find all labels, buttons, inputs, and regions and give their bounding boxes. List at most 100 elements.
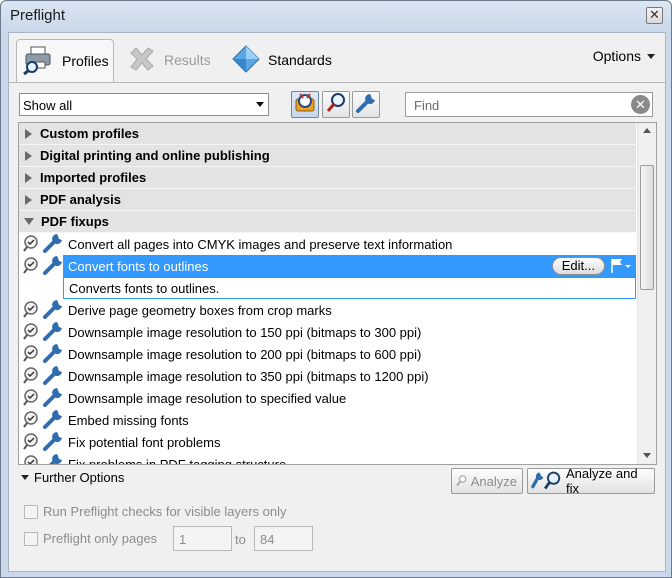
item-icons xyxy=(19,321,65,344)
list-item[interactable]: Embed missing fonts xyxy=(19,409,636,431)
find-input[interactable]: Find ✕ xyxy=(405,92,653,117)
item-label: Downsample image resolution to 350 ppi (… xyxy=(68,368,429,384)
fixup-icon xyxy=(41,409,63,432)
tree-scrollbar[interactable] xyxy=(637,123,656,464)
collapse-arrow-icon xyxy=(24,218,34,225)
preflight-panel: Profiles Results Standards Options Show … xyxy=(8,32,666,572)
list-item[interactable]: Downsample image resolution to specified… xyxy=(19,387,636,409)
fixup-icon xyxy=(41,299,63,322)
expand-arrow-icon xyxy=(25,172,32,183)
list-item-selected[interactable]: Convert fonts to outlines Edit... xyxy=(63,255,636,277)
check-icon xyxy=(22,300,40,321)
collapse-arrow-icon xyxy=(21,475,29,480)
magnifier-icon xyxy=(456,475,467,487)
list-item[interactable]: Derive page geometry boxes from crop mar… xyxy=(19,299,636,321)
analyze-and-fix-button[interactable]: Analyze and fix xyxy=(527,466,655,496)
close-button[interactable]: ✕ xyxy=(646,7,663,24)
check-icon xyxy=(22,454,40,464)
analyze-label: Analyze xyxy=(470,473,517,489)
tab-profiles-label: Profiles xyxy=(62,53,109,69)
dropdown-arrow-icon xyxy=(256,102,264,107)
filter-value: Show all xyxy=(23,98,73,113)
group-row[interactable]: Custom profiles xyxy=(19,123,636,145)
visible-layers-checkbox[interactable] xyxy=(24,504,38,519)
clear-search-icon[interactable]: ✕ xyxy=(631,95,650,114)
item-icons xyxy=(19,343,65,366)
options-menu[interactable]: Options xyxy=(593,48,655,64)
group-row[interactable]: PDF analysis xyxy=(19,189,636,211)
list-item[interactable]: Downsample image resolution to 350 ppi (… xyxy=(19,365,636,387)
check-icon xyxy=(22,410,40,431)
group-label: PDF fixups xyxy=(41,214,109,229)
show-profiles-button[interactable] xyxy=(291,91,319,118)
fixup-icon xyxy=(41,255,63,278)
list-item[interactable]: Fix potential font problems xyxy=(19,431,636,453)
tab-results[interactable]: Results xyxy=(127,39,211,81)
description-text: Converts fonts to outlines. xyxy=(69,280,220,296)
item-label: Embed missing fonts xyxy=(68,412,189,428)
pages-option: Preflight only pages xyxy=(24,531,157,546)
group-row[interactable]: PDF fixups xyxy=(19,211,636,233)
group-label: PDF analysis xyxy=(40,192,121,207)
item-icons xyxy=(19,299,65,322)
filter-dropdown[interactable]: Show all xyxy=(19,93,269,116)
group-row[interactable]: Imported profiles xyxy=(19,167,636,189)
tab-standards[interactable]: Standards xyxy=(231,39,332,81)
group-label: Digital printing and online publishing xyxy=(40,148,270,163)
pages-checkbox[interactable] xyxy=(24,531,38,546)
expand-arrow-icon xyxy=(25,128,32,139)
pages-label: Preflight only pages xyxy=(43,531,158,546)
item-icons xyxy=(19,365,65,388)
check-icon xyxy=(22,234,40,255)
fixup-icon xyxy=(41,453,63,464)
scroll-down-icon[interactable] xyxy=(643,453,651,458)
list-item[interactable]: Downsample image resolution to 150 ppi (… xyxy=(19,321,636,343)
profiles-toolbar: Show all Find ✕ xyxy=(9,82,665,122)
visible-layers-label: Run Preflight checks for visible layers … xyxy=(43,504,287,519)
item-icons xyxy=(19,409,65,432)
check-icon xyxy=(22,432,40,453)
tab-profiles[interactable]: Profiles xyxy=(16,39,114,82)
diamond-icon xyxy=(231,44,261,76)
fixup-icon xyxy=(41,233,63,256)
to-page-input[interactable]: 84 xyxy=(254,526,313,551)
expand-arrow-icon xyxy=(25,194,32,205)
wrench-magnifier-icon xyxy=(531,471,561,490)
chevron-down-icon xyxy=(647,53,655,59)
item-icons xyxy=(19,387,65,410)
item-label: Downsample image resolution to specified… xyxy=(68,390,347,406)
further-options-toggle[interactable]: Further Options xyxy=(21,470,124,485)
item-icon-cell xyxy=(19,255,63,277)
tab-results-label: Results xyxy=(164,52,211,68)
tab-bar: Profiles Results Standards Options xyxy=(9,33,665,83)
analyze-button[interactable]: Analyze xyxy=(451,468,523,494)
list-item[interactable]: Convert all pages into CMYK images and p… xyxy=(19,233,636,255)
list-item[interactable]: Fix problems in PDF tagging structure xyxy=(19,453,636,464)
find-placeholder: Find xyxy=(414,98,440,113)
tab-standards-label: Standards xyxy=(268,52,332,68)
printer-magnifier-icon xyxy=(23,45,55,78)
check-icon xyxy=(22,366,40,387)
visible-layers-option: Run Preflight checks for visible layers … xyxy=(24,504,287,519)
scroll-up-icon[interactable] xyxy=(643,128,651,133)
show-fixups-button[interactable] xyxy=(352,91,380,118)
show-checks-button[interactable] xyxy=(322,91,350,118)
fixup-icon xyxy=(355,92,377,117)
inspect-icon xyxy=(325,92,347,117)
list-item[interactable]: Downsample image resolution to 200 ppi (… xyxy=(19,343,636,365)
edit-button[interactable]: Edit... xyxy=(551,257,605,275)
item-label: Fix potential font problems xyxy=(68,434,221,450)
check-icon xyxy=(22,322,40,343)
title-bar: Preflight ✕ xyxy=(1,1,671,31)
flag-menu-icon[interactable] xyxy=(609,257,633,275)
expand-arrow-icon xyxy=(25,150,32,161)
item-description: Converts fonts to outlines. xyxy=(63,277,636,299)
item-label: Derive page geometry boxes from crop mar… xyxy=(68,302,332,318)
group-row[interactable]: Digital printing and online publishing xyxy=(19,145,636,167)
item-icons xyxy=(19,431,65,454)
options-label: Options xyxy=(592,48,641,64)
scroll-thumb[interactable] xyxy=(640,165,654,290)
item-icons xyxy=(19,255,63,278)
from-page-input[interactable]: 1 xyxy=(173,526,232,551)
results-icon xyxy=(127,45,157,76)
